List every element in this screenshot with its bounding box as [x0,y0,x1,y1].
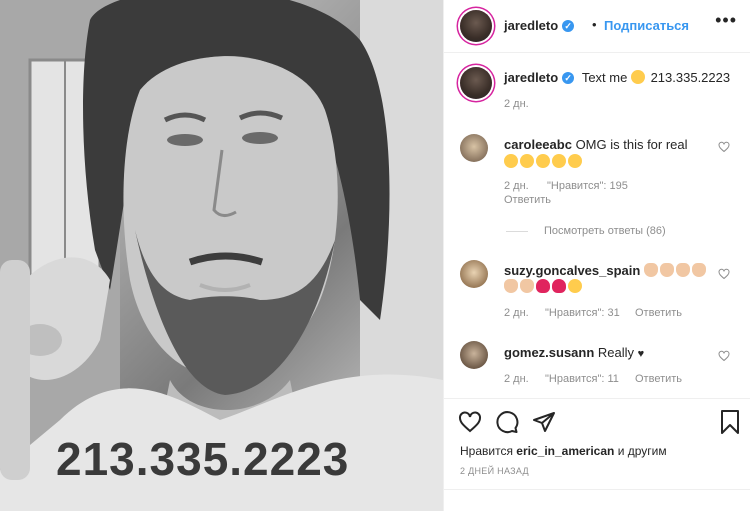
likes-user-link[interactable]: eric_in_american [516,444,614,458]
flushed-face-emoji-icon [568,154,582,168]
add-comment-area[interactable] [444,489,750,512]
caption-number: 213.335.2223 [650,70,731,85]
flushed-face-emoji-icon [520,154,534,168]
flushed-face-emoji-icon [552,154,566,168]
comment-username[interactable]: caroleeabc [504,137,572,152]
clapping-hands-emoji-icon [520,279,534,293]
caption-avatar[interactable] [460,67,492,99]
post-image[interactable]: 213.335.2223 [0,0,443,511]
post-actions-bar [444,398,750,445]
comment-1-likes[interactable]: "Нравится": 195 [547,180,628,192]
verified-icon: ✓ [562,72,575,84]
post-time-ago[interactable]: 2 ДНЕЙ НАЗАД [460,466,529,476]
comment-3: gomez.susann Really ♥ [504,345,644,360]
flushed-face-emoji-icon [536,154,550,168]
more-options-icon[interactable]: ••• [715,10,737,31]
comment-avatar-suzy[interactable] [460,260,488,288]
heart-emoji-icon: ♥ [637,348,645,360]
comment-avatar-caroleeabc[interactable] [460,134,488,162]
instagram-post-modal: 213.335.2223 jaredleto ✓ • Подписаться ••… [0,0,750,511]
view-replies-button[interactable]: Посмотреть ответы (86) [544,225,666,237]
caption-text: Text me [581,70,628,85]
comment-text: OMG is this for real [575,137,688,152]
verified-icon: ✓ [562,20,575,32]
comment-text: Really [597,345,635,360]
comment-2-time[interactable]: 2 дн. [504,307,529,319]
comment-like-heart-icon[interactable] [718,141,730,153]
likes-others-link[interactable]: и другим [618,444,667,458]
kiss-mark-emoji-icon [552,279,566,293]
likes-prefix: Нравится [460,444,513,458]
caption-line: jaredleto ✓ Text me 213.335.2223 [504,70,730,85]
replies-divider [506,231,528,232]
likes-summary: Нравится eric_in_american и другим [460,444,667,458]
comment-like-heart-icon[interactable] [718,268,730,280]
comment-3-time[interactable]: 2 дн. [504,373,529,385]
author-username[interactable]: jaredleto ✓ [504,18,575,33]
post-header: jaredleto ✓ • Подписаться ••• [444,0,750,53]
clapping-hands-emoji-icon [675,263,690,277]
caption-time[interactable]: 2 дн. [504,98,529,110]
share-icon[interactable] [532,410,556,434]
heart-icon[interactable] [458,410,482,434]
post-side-panel: jaredleto ✓ • Подписаться ••• jaredleto ✓ … [443,0,750,511]
comment-2-reply[interactable]: Ответить [635,307,682,319]
comment-icon[interactable] [495,410,519,434]
comment-2: suzy.goncalves_spain [504,263,719,295]
comment-3-reply[interactable]: Ответить [635,373,682,385]
clapping-hands-emoji-icon [659,263,674,277]
comment-like-heart-icon[interactable] [718,350,730,362]
comment-1-reply[interactable]: Ответить [504,194,551,206]
comment-2-likes[interactable]: "Нравится": 31 [545,307,620,319]
comment-username[interactable]: suzy.goncalves_spain [504,263,640,278]
follow-button[interactable]: Подписаться [604,18,689,33]
bookmark-icon[interactable] [720,409,740,435]
flushed-face-emoji-icon [504,154,518,168]
comment-1-time[interactable]: 2 дн. [504,180,529,192]
comment-1: caroleeabc OMG is this for real [504,136,704,170]
clapping-hands-emoji-icon [504,279,518,293]
clapping-hands-emoji-icon [691,263,706,277]
kiss-mark-emoji-icon [536,279,550,293]
comment-3-likes[interactable]: "Нравится": 11 [545,373,619,385]
comment-username[interactable]: gomez.susann [504,345,594,360]
face-emoji-icon [630,70,645,84]
caption-username[interactable]: jaredleto [504,70,558,85]
author-username-text[interactable]: jaredleto [504,18,558,33]
heart-eyes-emoji-icon [568,279,582,293]
clapping-hands-emoji-icon [643,263,658,277]
comment-avatar-gomez[interactable] [460,341,488,369]
image-phone-number: 213.335.2223 [56,433,350,485]
header-separator: • [592,17,597,32]
author-avatar[interactable] [460,10,492,42]
